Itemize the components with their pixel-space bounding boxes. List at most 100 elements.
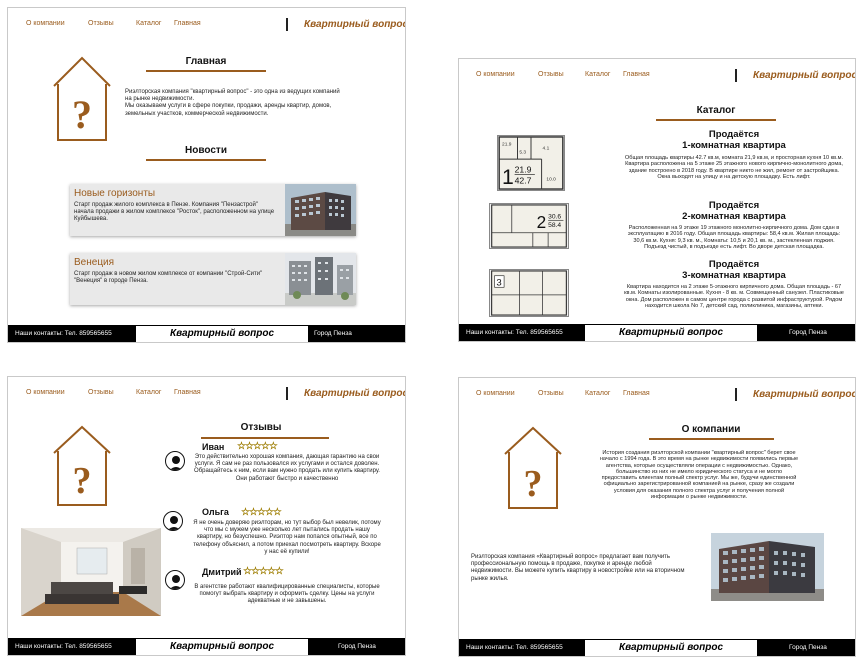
plan2-area-living: 30.6	[548, 213, 561, 220]
brand-logo-text[interactable]: Квартирный вопрос	[304, 388, 405, 399]
intro-line-1: Риэлторская компания "квартирный вопрос"…	[125, 89, 340, 103]
office-building-photo	[711, 533, 824, 601]
plan1-room-label: 4.1	[543, 146, 550, 152]
footer: Наши контакты: Тел. 859565655 Квартирный…	[459, 324, 855, 341]
footer-city: Город Пенза	[789, 644, 827, 651]
floor-plan-3-rooms: 3	[489, 269, 569, 317]
floor-plan-1-room: 21.9 5.3 4.1 10.0 1 21.9 42.7	[497, 135, 565, 191]
footer-contacts: Наши контакты: Тел. 859565655	[466, 329, 563, 336]
footer-city: Город Пенза	[789, 329, 827, 336]
brand-logo-text[interactable]: Квартирный вопрос	[753, 389, 855, 400]
listing-heading: Продаётся 1-комнатная квартира	[624, 129, 844, 151]
nav-link-home[interactable]: Главная	[174, 389, 201, 396]
review-text: В агентстве работают квалифицированные с…	[194, 584, 380, 605]
rating-stars: ☆☆☆☆☆	[237, 441, 278, 452]
title-underline	[656, 119, 776, 121]
intro-line-2: Мы оказываем услуги в сфере покупки, про…	[125, 103, 332, 117]
nav-link-about[interactable]: О компании	[476, 390, 515, 397]
house-question-icon: ?	[53, 56, 111, 141]
footer-city: Город Пенза	[314, 330, 352, 337]
house-question-icon: ?	[504, 426, 562, 509]
interior-photo	[21, 528, 161, 616]
listing-status: Продаётся	[708, 259, 760, 270]
brand-logo-text[interactable]: Квартирный вопрос	[304, 19, 405, 30]
title-underline	[649, 438, 774, 440]
news-card[interactable]: Новые горизонты Старт продаж жилого комп…	[70, 184, 356, 236]
footer-brand: Квартирный вопрос	[585, 325, 757, 341]
user-avatar-icon	[165, 570, 185, 590]
news-text: Старт продаж в новом жилом комплексе от …	[74, 271, 263, 284]
nav-link-catalog[interactable]: Каталог	[585, 390, 610, 397]
page-title: Отзывы	[240, 422, 282, 433]
plan1-rooms-count: 1	[502, 166, 514, 189]
company-offer: Риэлторская компания «Квартирный вопрос»…	[471, 554, 685, 582]
svg-text:?: ?	[73, 460, 92, 502]
reviewer-name: Ольга	[202, 507, 229, 517]
rating-stars: ☆☆☆☆☆	[241, 507, 282, 518]
catalog-page-panel: О компании Отзывы Каталог Главная Кварти…	[458, 58, 856, 342]
nav-link-catalog[interactable]: Каталог	[585, 71, 610, 78]
nav-link-about[interactable]: О компании	[26, 389, 65, 396]
floor-plan-2-rooms: 2 30.6 58.4	[489, 203, 569, 249]
nav-link-home[interactable]: Главная	[174, 20, 201, 27]
listing-description: Расположенная на 9 этаже 19 этажного мон…	[627, 225, 841, 250]
nav-link-home[interactable]: Главная	[623, 390, 650, 397]
news-card[interactable]: Венеция Старт продаж в новом жилом компл…	[70, 253, 356, 305]
reviewer-name: Дмитрий	[202, 567, 242, 577]
nav-link-reviews[interactable]: Отзывы	[88, 389, 114, 396]
page-title: О компании	[681, 424, 741, 435]
top-nav: О компании Отзывы Каталог Главная Кварти…	[459, 59, 855, 89]
footer-contacts: Наши контакты: Тел. 859565655	[15, 643, 112, 650]
nav-link-reviews[interactable]: Отзывы	[88, 20, 114, 27]
listing-description: Квартира находится на 2 этаже 5-этажного…	[624, 284, 844, 309]
nav-separator	[286, 387, 288, 400]
nav-link-about[interactable]: О компании	[26, 20, 65, 27]
footer: Наши контакты: Тел. 859565655 Квартирный…	[459, 639, 855, 656]
nav-separator	[735, 388, 737, 401]
footer-contacts: Наши контакты: Тел. 859565655	[466, 644, 563, 651]
title-underline	[146, 70, 266, 72]
footer: Наши контакты: Тел. 859565655 Квартирный…	[8, 638, 405, 655]
footer-brand: Квартирный вопрос	[136, 639, 308, 655]
nav-link-catalog[interactable]: Каталог	[136, 389, 161, 396]
svg-text:?: ?	[72, 92, 92, 137]
news-text: Старт продаж жилого комплекса в Пензе. К…	[74, 202, 275, 222]
nav-separator	[735, 69, 737, 82]
news-building-photo	[285, 184, 356, 236]
page-title: Каталог	[696, 105, 736, 116]
about-page-panel: О компании Отзывы Каталог Главная Кварти…	[458, 377, 856, 657]
top-nav: О компании Отзывы Каталог Главная Кварти…	[8, 377, 405, 407]
nav-link-home[interactable]: Главная	[623, 71, 650, 78]
footer-brand: Квартирный вопрос	[585, 640, 757, 656]
title-underline	[201, 437, 329, 439]
news-title[interactable]: Венеция	[74, 257, 114, 268]
news-title[interactable]: Новые горизонты	[74, 188, 155, 199]
brand-logo-text[interactable]: Квартирный вопрос	[753, 70, 855, 81]
listing-heading: Продаётся 3-комнатная квартира	[624, 259, 844, 281]
reviews-page-panel: О компании Отзывы Каталог Главная Кварти…	[7, 376, 406, 656]
plan1-small-label: 21.9	[502, 142, 512, 148]
listing-type: 2-комнатная квартира	[682, 211, 786, 222]
listing-type: 3-комнатная квартира	[682, 270, 786, 281]
svg-text:?: ?	[524, 463, 543, 505]
top-nav: О компании Отзывы Каталог Главная Кварти…	[459, 378, 855, 408]
news-complex-photo	[285, 253, 356, 305]
user-avatar-icon	[163, 511, 183, 531]
plan2-area-total: 58.4	[548, 222, 561, 229]
plan1-area-total: 42.7	[515, 175, 532, 185]
top-nav: О компании Отзывы Каталог Главная Кварти…	[8, 8, 405, 38]
listing-description: Общая площадь квартиры 42.7 кв.м, комнат…	[624, 155, 844, 180]
footer-city: Город Пенза	[338, 643, 376, 650]
nav-link-about[interactable]: О компании	[476, 71, 515, 78]
nav-link-reviews[interactable]: Отзывы	[538, 71, 564, 78]
news-heading: Новости	[185, 145, 227, 156]
nav-link-reviews[interactable]: Отзывы	[538, 390, 564, 397]
listing-status: Продаётся	[708, 200, 760, 211]
news-underline	[146, 159, 266, 161]
company-history: История создания риэлторской компании "к…	[599, 450, 799, 501]
nav-separator	[286, 18, 288, 31]
footer-contacts: Наши контакты: Тел. 859565655	[15, 330, 112, 337]
nav-link-catalog[interactable]: Каталог	[136, 20, 161, 27]
review-text: Это действительно хорошая компания, дающ…	[194, 454, 380, 482]
page-title: Главная	[185, 56, 227, 67]
